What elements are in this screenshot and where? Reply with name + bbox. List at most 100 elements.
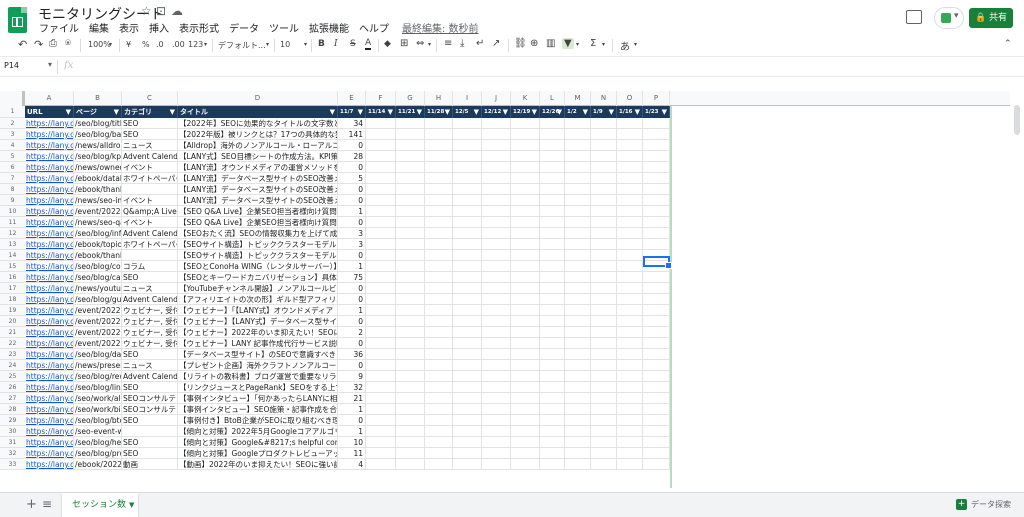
- row-header[interactable]: 25: [0, 371, 25, 382]
- cell-cat[interactable]: SEO: [122, 129, 178, 140]
- cell-empty[interactable]: [482, 459, 511, 470]
- cell-title[interactable]: 【ウェビナー】LANY 記事作成代行サービス説明: [178, 338, 338, 349]
- cell-empty[interactable]: [565, 415, 591, 426]
- percent-format-button[interactable]: %: [142, 40, 150, 49]
- cell-title[interactable]: 【事例インタビュー】「何かあったらLANYに相: [178, 393, 338, 404]
- cell-url[interactable]: https://lany.c: [25, 305, 74, 316]
- cell-empty[interactable]: [565, 393, 591, 404]
- cell-empty[interactable]: [425, 393, 453, 404]
- cell-empty[interactable]: [396, 305, 425, 316]
- cell-cat[interactable]: SEO: [122, 349, 178, 360]
- cell-empty[interactable]: [453, 349, 482, 360]
- filter-dropdown-icon[interactable]: ▼: [330, 106, 335, 118]
- cell-url[interactable]: https://lany.c: [25, 371, 74, 382]
- cell-empty[interactable]: [453, 140, 482, 151]
- cell-empty[interactable]: [425, 250, 453, 261]
- cell-empty[interactable]: [396, 206, 425, 217]
- cell-empty[interactable]: [540, 217, 565, 228]
- cell-empty[interactable]: [511, 327, 540, 338]
- cell-empty[interactable]: [396, 228, 425, 239]
- cell-v[interactable]: 0: [338, 140, 366, 151]
- cell-empty[interactable]: [425, 305, 453, 316]
- cell-v[interactable]: 0: [338, 283, 366, 294]
- cell-page[interactable]: /seo/blog/cannib: [74, 272, 122, 283]
- cell-empty[interactable]: [453, 206, 482, 217]
- row-header[interactable]: 33: [0, 459, 25, 470]
- cell-empty[interactable]: [425, 239, 453, 250]
- cell-empty[interactable]: [453, 448, 482, 459]
- increase-decimal-button[interactable]: .00: [172, 40, 185, 49]
- cell-page[interactable]: /seo/blog/backlin: [74, 129, 122, 140]
- cell-empty[interactable]: [617, 118, 643, 129]
- cell-empty[interactable]: [453, 426, 482, 437]
- cell-empty[interactable]: [453, 151, 482, 162]
- cell-empty[interactable]: [617, 250, 643, 261]
- cell-empty[interactable]: [511, 184, 540, 195]
- cell-empty[interactable]: [643, 404, 670, 415]
- cell-url[interactable]: https://lany.c: [25, 404, 74, 415]
- cell-page[interactable]: /seo/blog/conoha: [74, 261, 122, 272]
- cell-title[interactable]: 【ウェビナー】2022年のいま抑えたい！SEOに: [178, 327, 338, 338]
- cell-page[interactable]: /news/seo-impro: [74, 195, 122, 206]
- cell-page[interactable]: /seo/blog/helpful: [74, 437, 122, 448]
- row-header[interactable]: 15: [0, 261, 25, 272]
- cell-page[interactable]: /ebook/topic-clus: [74, 239, 122, 250]
- cell-empty[interactable]: [453, 162, 482, 173]
- cell-empty[interactable]: [617, 162, 643, 173]
- column-header-e[interactable]: E: [338, 91, 366, 106]
- cell-empty[interactable]: [591, 382, 617, 393]
- cell-empty[interactable]: [511, 228, 540, 239]
- cell-empty[interactable]: [617, 349, 643, 360]
- cell-empty[interactable]: [482, 184, 511, 195]
- row-header[interactable]: 26: [0, 382, 25, 393]
- cell-empty[interactable]: [617, 228, 643, 239]
- cell-empty[interactable]: [425, 426, 453, 437]
- last-edit-link[interactable]: 最終編集: 数秒前: [394, 20, 484, 35]
- cell-empty[interactable]: [617, 371, 643, 382]
- text-color-button[interactable]: A: [365, 38, 372, 50]
- cell-empty[interactable]: [565, 261, 591, 272]
- print-icon[interactable]: ⎙: [49, 38, 57, 49]
- cell-empty[interactable]: [366, 415, 396, 426]
- cell-empty[interactable]: [366, 360, 396, 371]
- cell-empty[interactable]: [482, 118, 511, 129]
- row-header[interactable]: 16: [0, 272, 25, 283]
- cell-empty[interactable]: [396, 283, 425, 294]
- cell-empty[interactable]: [396, 239, 425, 250]
- row-header[interactable]: 3: [0, 129, 25, 140]
- row-header[interactable]: 5: [0, 151, 25, 162]
- cell-empty[interactable]: [396, 151, 425, 162]
- column-header-n[interactable]: N: [591, 91, 617, 106]
- vertical-align-icon[interactable]: ⤓: [460, 38, 464, 49]
- row-header[interactable]: 2: [0, 118, 25, 129]
- strikethrough-button[interactable]: S: [350, 39, 356, 49]
- cell-v[interactable]: 32: [338, 382, 366, 393]
- cell-v[interactable]: 1: [338, 305, 366, 316]
- insert-chart-icon[interactable]: ▥: [546, 38, 555, 49]
- input-tools-button[interactable]: あ: [620, 38, 630, 53]
- cell-title[interactable]: 【SEOおたく流】SEOの情報収集力を上げて成: [178, 228, 338, 239]
- cell-empty[interactable]: [453, 415, 482, 426]
- cell-empty[interactable]: [540, 151, 565, 162]
- header-cell[interactable]: 1/2 ▼: [565, 106, 591, 118]
- cell-empty[interactable]: [425, 118, 453, 129]
- filter-dropdown-icon[interactable]: ▼: [557, 106, 562, 118]
- cell-empty[interactable]: [482, 448, 511, 459]
- filter-dropdown-icon[interactable]: ▼: [635, 106, 640, 118]
- cell-v[interactable]: 0: [338, 294, 366, 305]
- cell-empty[interactable]: [366, 151, 396, 162]
- cell-empty[interactable]: [643, 195, 670, 206]
- cell-empty[interactable]: [617, 173, 643, 184]
- horizontal-align-icon[interactable]: ≡: [444, 38, 452, 49]
- sheets-logo-icon[interactable]: [8, 7, 27, 33]
- cell-url[interactable]: https://lany.c: [25, 360, 74, 371]
- header-cell[interactable]: URL ▼: [25, 106, 74, 118]
- cell-empty[interactable]: [565, 283, 591, 294]
- cell-page[interactable]: /ebook/database: [74, 173, 122, 184]
- cell-empty[interactable]: [591, 316, 617, 327]
- cell-page[interactable]: /event/20221019: [74, 206, 122, 217]
- cell-empty[interactable]: [511, 338, 540, 349]
- cell-title[interactable]: 【SEO Q&A Live】企業SEO担当者様向け質問会: [178, 206, 338, 217]
- cell-empty[interactable]: [425, 140, 453, 151]
- cell-empty[interactable]: [453, 184, 482, 195]
